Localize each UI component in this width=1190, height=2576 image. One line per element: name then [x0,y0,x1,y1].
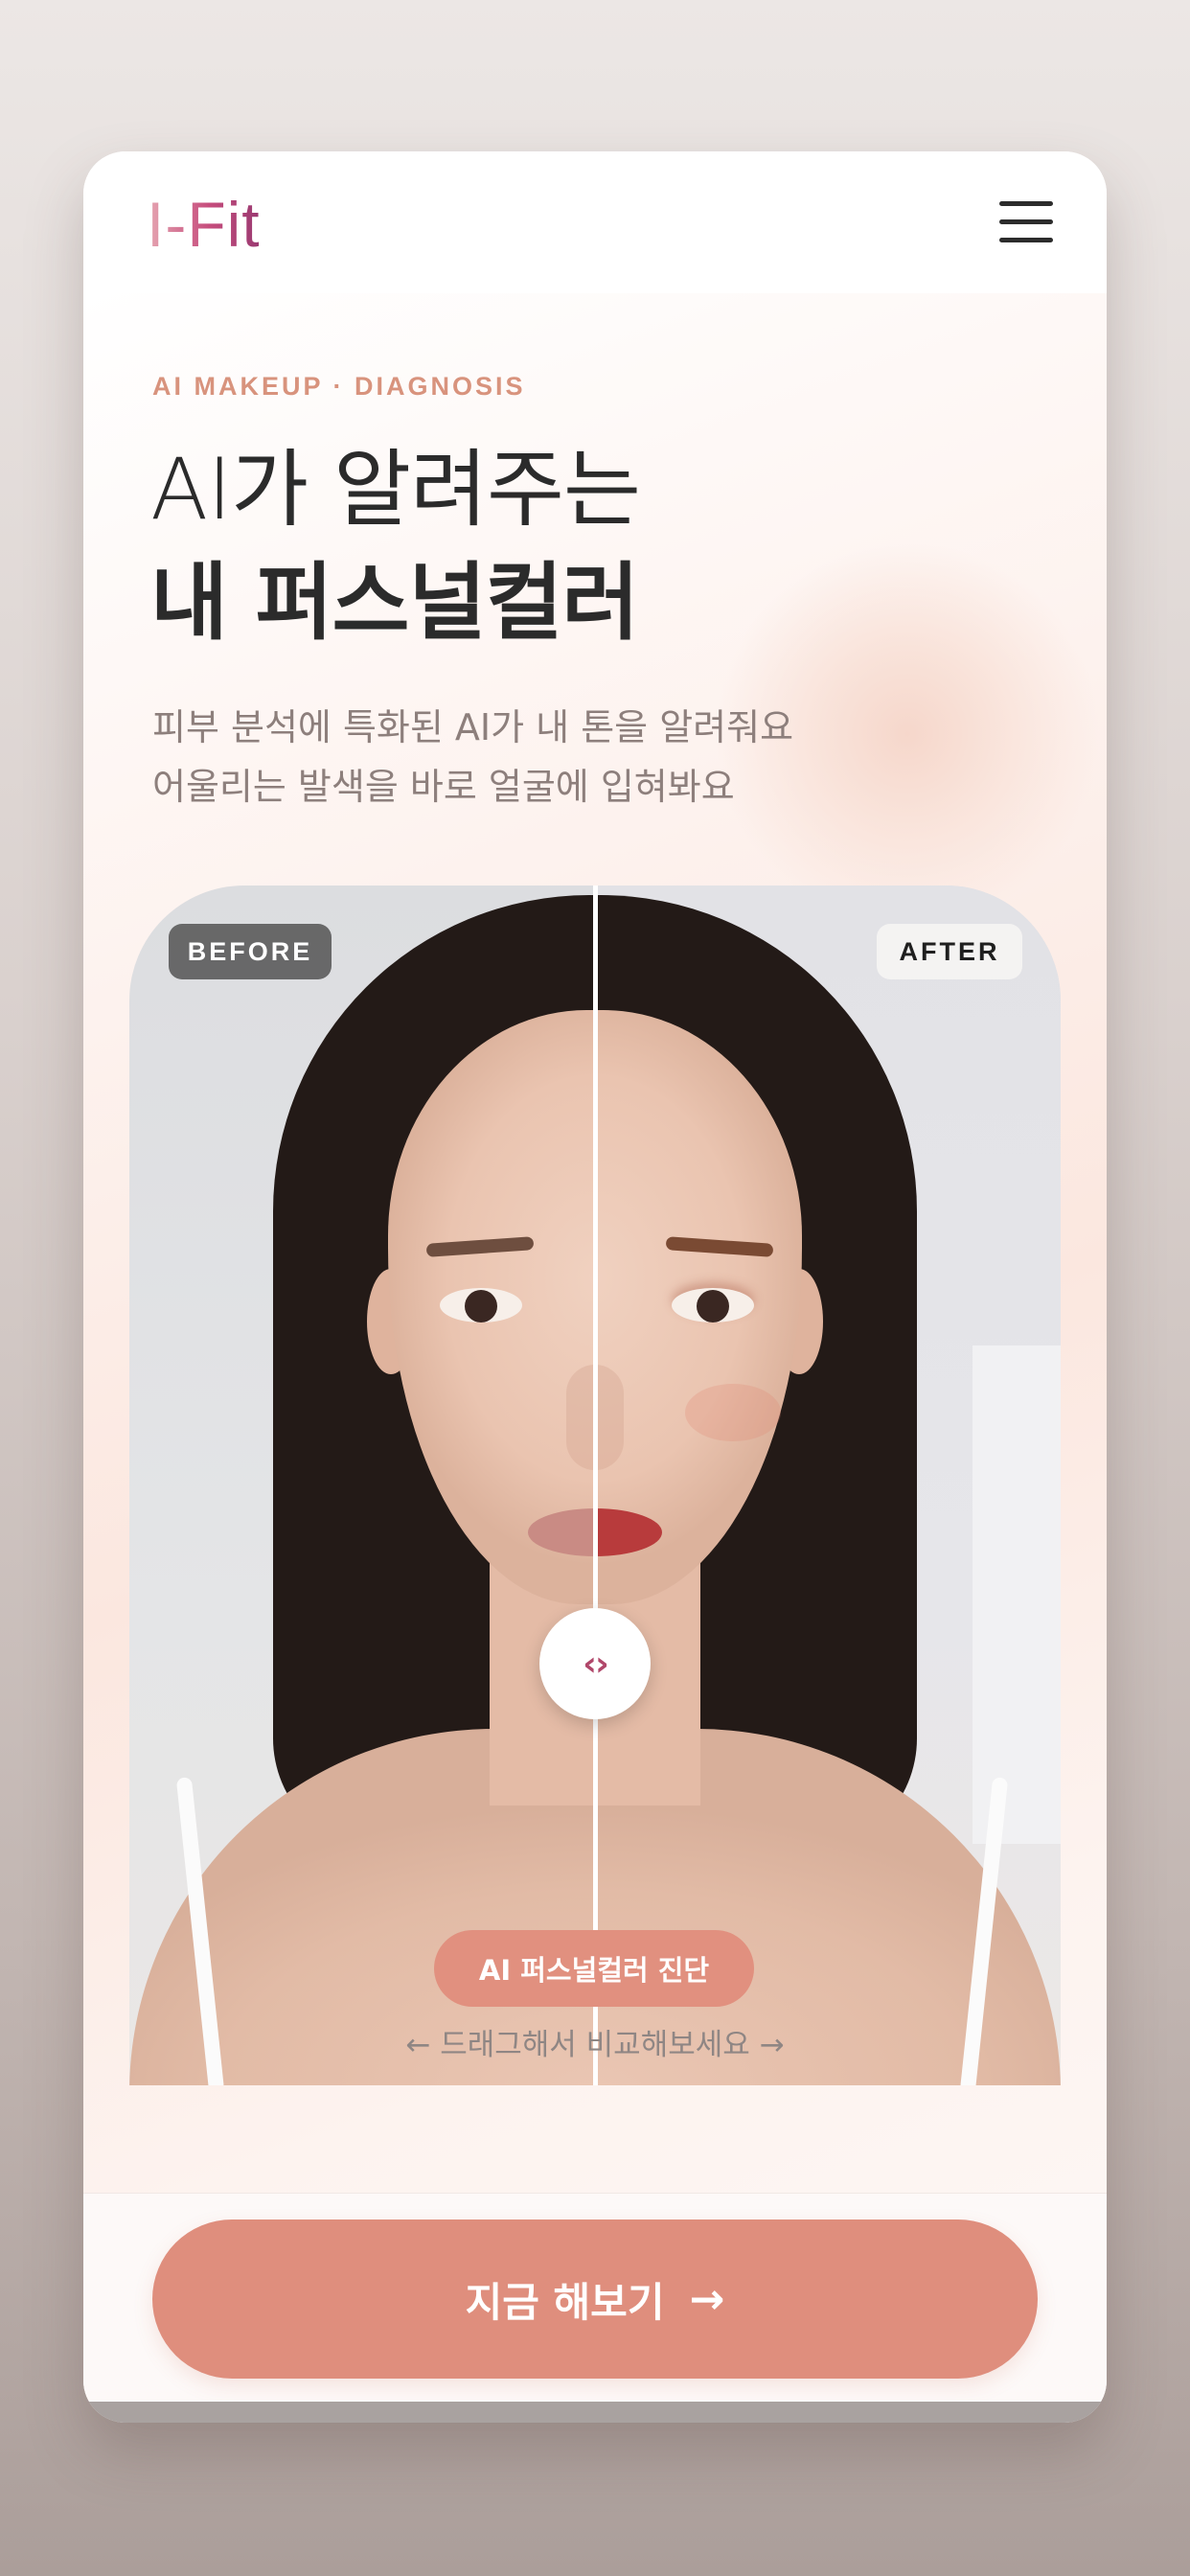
compare-divider-line[interactable] [593,886,598,2085]
lips-before [528,1508,595,1556]
try-now-label: 지금 해보기 [465,2278,665,2326]
try-now-button[interactable]: 지금 해보기 → [152,2220,1038,2379]
menu-bar [999,201,1053,206]
app-header: I-Fit [83,151,1107,293]
portrait-eye-left [440,1288,522,1322]
hero-title-line2: 내 퍼스널컬러 [150,553,639,652]
drag-hint-text: ← 드래그해서 비교해보세요 → [405,2028,785,2062]
phone-bottom-edge [83,2402,1107,2423]
arrow-right-icon: → [689,2274,725,2324]
hero-description-line2: 어울리는 발색을 바로 얼굴에 입혀봐요 [152,766,735,808]
hamburger-menu-icon[interactable] [999,201,1053,243]
compare-drag-handle[interactable]: ‹› [539,1608,651,1719]
lips-after [595,1508,662,1556]
hero-eyebrow: AI MAKEUP · DIAGNOSIS [152,372,526,401]
app-logo[interactable]: I-Fit [147,188,261,261]
after-badge: AFTER [877,924,1022,979]
menu-bar [999,219,1053,224]
hero-title-line1: AI가 알려주는 [150,440,641,539]
before-badge: BEFORE [169,924,332,979]
portrait-blush-right [685,1384,781,1441]
chevron-left-right-icon: ‹› [583,1644,609,1684]
before-after-compare-slider[interactable]: ‹› [129,886,1061,2085]
hero-description-line1: 피부 분석에 특화된 AI가 내 톤을 알려줘요 [152,706,794,748]
ai-diagnosis-pill[interactable]: AI 퍼스널컬러 진단 [434,1930,754,2007]
phone-frame: I-Fit AI MAKEUP · DIAGNOSIS AI가 알려주는 내 퍼… [83,151,1107,2423]
menu-bar [999,238,1053,242]
portrait-eye-right [672,1288,754,1322]
